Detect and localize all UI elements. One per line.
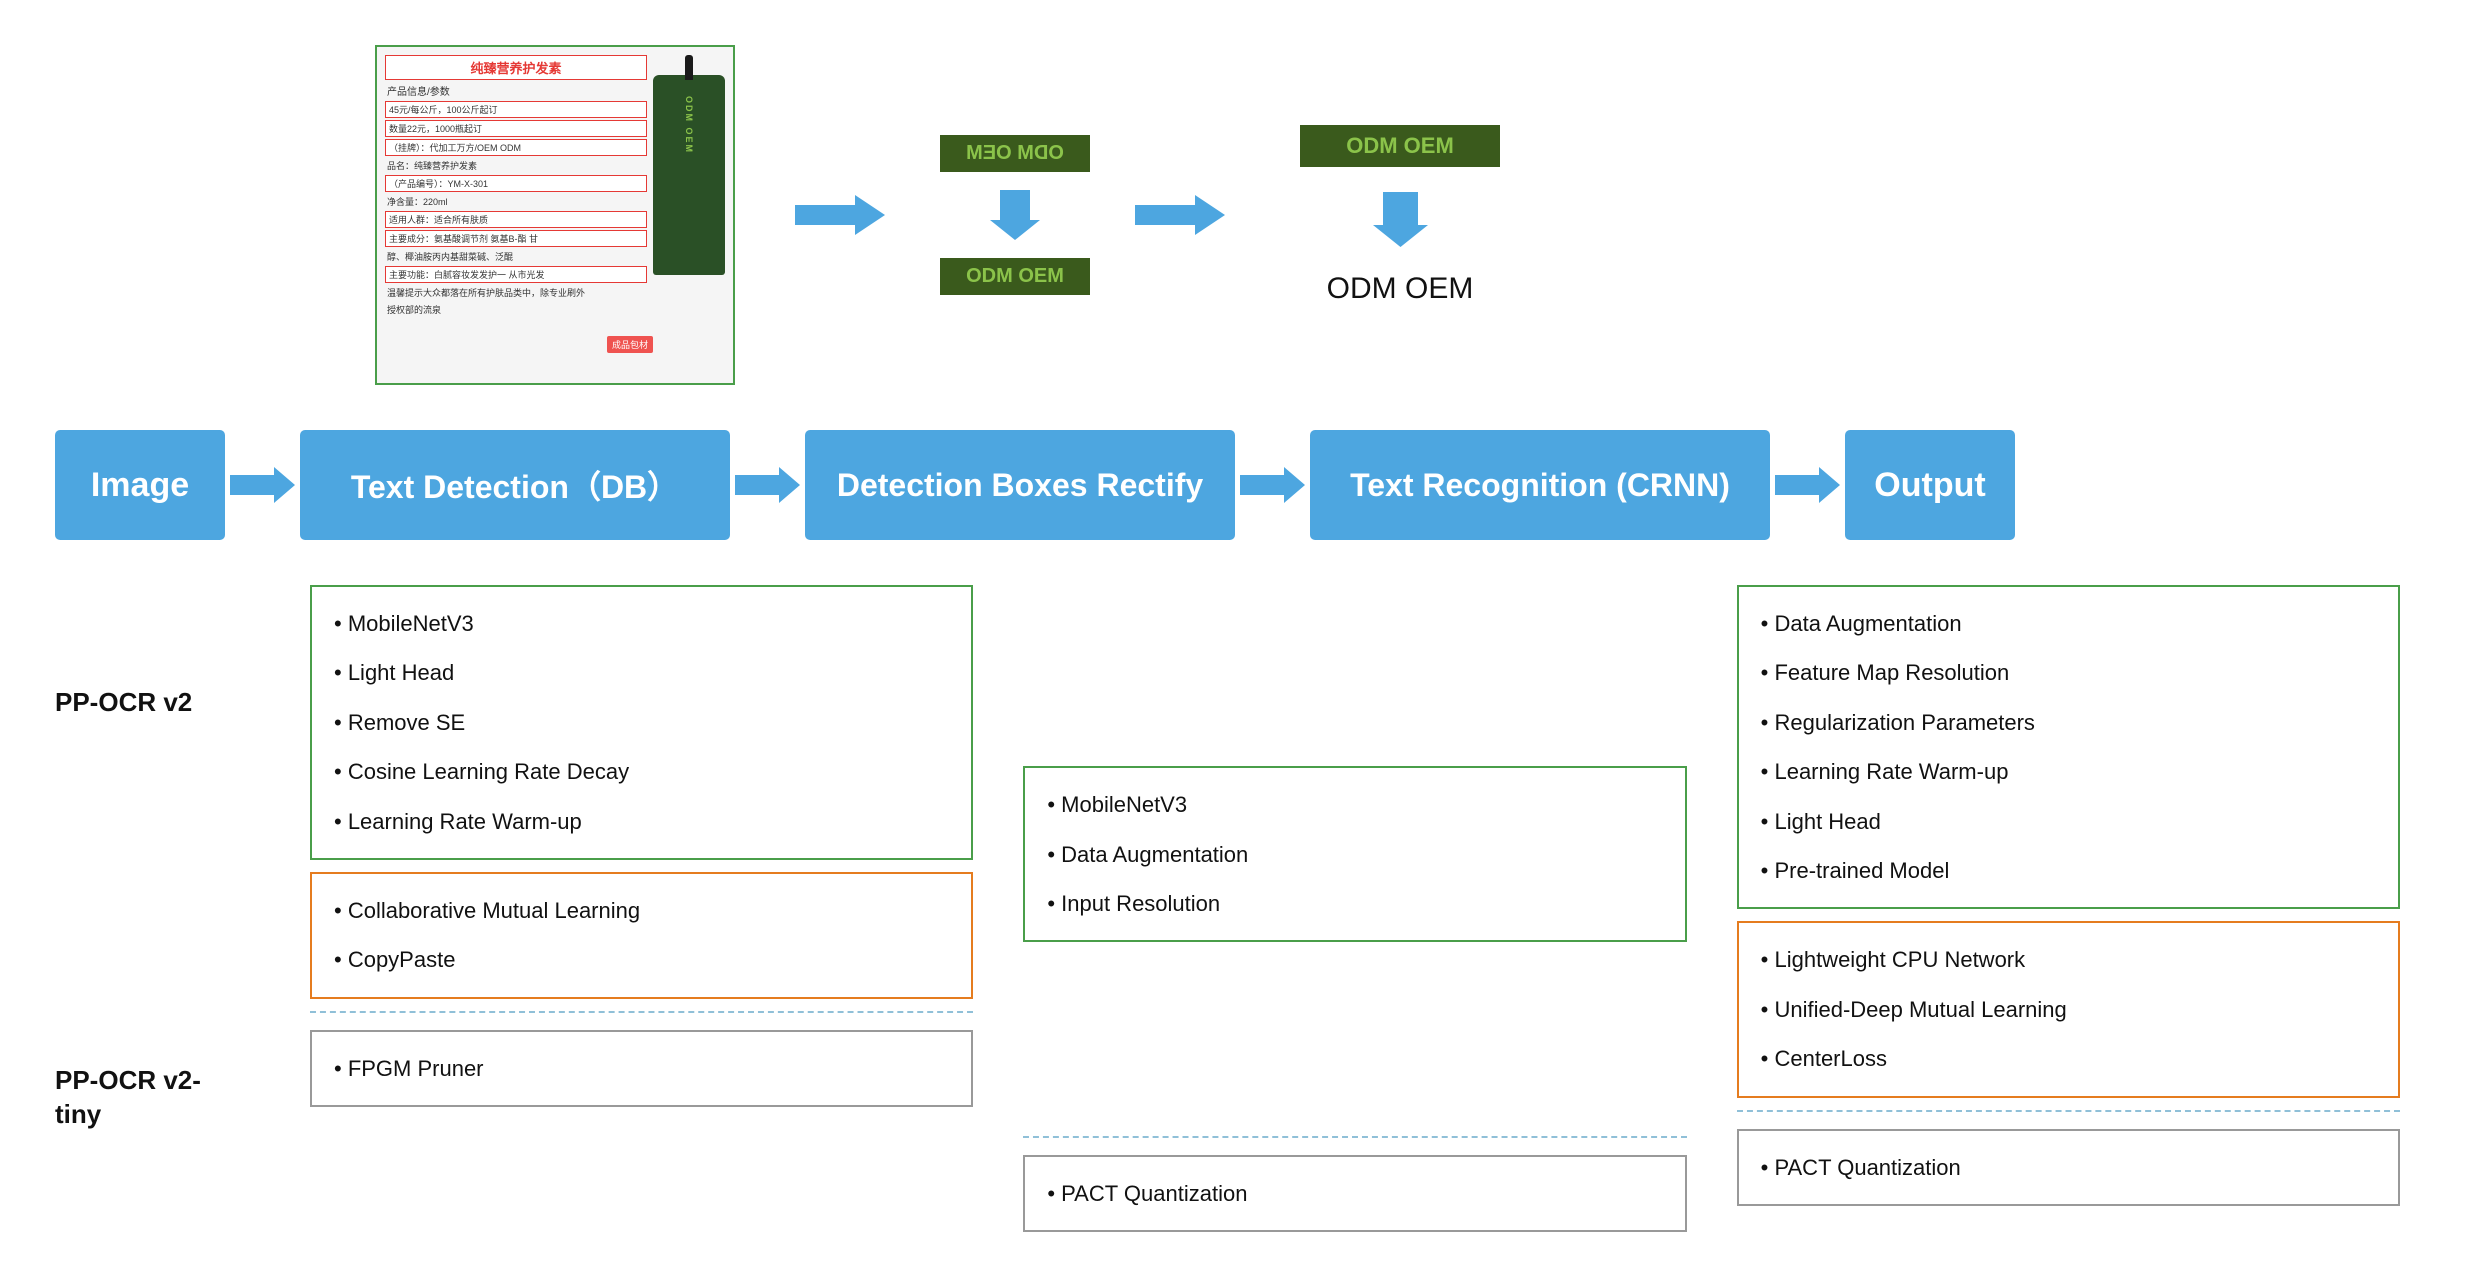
detection-green-item-5: • Learning Rate Warm-up: [334, 803, 949, 840]
odm-box-right-top: ODM OEM: [1300, 125, 1500, 167]
pp-ocr-v2-label: PP-OCR v2: [55, 686, 285, 720]
top-arrow-1: [775, 195, 905, 235]
product-line-9: 醇、椰油胺丙内基甜菜碱、泛醌: [385, 249, 647, 264]
rectify-green-item-1: • MobileNetV3: [1047, 786, 1662, 823]
top-visual-row: 纯臻营养护发素 产品信息/参数 45元/每公斤，100公斤起订 数量22元，10…: [55, 25, 2425, 405]
product-line-4: 品名：纯臻营养护发素: [385, 158, 647, 173]
recognition-tiny-item-1: • PACT Quantization: [1761, 1149, 2376, 1186]
product-line-3: （挂牌）：代加工万方/OEM ODM: [385, 139, 647, 156]
flow-recognition-box: Text Recognition (CRNN): [1310, 430, 1770, 540]
rectify-green-item-3: • Input Resolution: [1047, 885, 1662, 922]
product-line-1: 45元/每公斤，100公斤起订: [385, 101, 647, 118]
odm-box-normal-2: ODM OEM: [940, 258, 1090, 295]
flow-output-box: Output: [1845, 430, 2015, 540]
product-title: 纯臻营养护发素: [385, 55, 647, 80]
top-arrow-2: [1125, 195, 1235, 235]
rectify-tiny-item-1: • PACT Quantization: [1047, 1175, 1662, 1212]
detection-tiny-item-1: • FPGM Pruner: [334, 1050, 949, 1087]
recognition-divider: [1737, 1110, 2400, 1112]
detection-orange-item-2: • CopyPaste: [334, 941, 949, 978]
odm-text-plain: ODM OEM: [1327, 272, 1474, 306]
product-line-5: （产品编号）：YM-X-301: [385, 175, 647, 192]
detection-green-item-2: • Light Head: [334, 654, 949, 691]
flow-arrow-3: [1235, 467, 1310, 503]
product-panel-area: 纯臻营养护发素 产品信息/参数 45元/每公斤，100公斤起订 数量22元，10…: [335, 45, 775, 385]
recognition-orange-item-3: • CenterLoss: [1761, 1040, 2376, 1077]
product-line-11: 温馨提示大众都落在所有护肤品类中，除专业刷外: [385, 285, 647, 300]
detection-col: • MobileNetV3 • Light Head • Remove SE •…: [285, 580, 998, 1237]
detection-green-item-1: • MobileNetV3: [334, 605, 949, 642]
flow-image-box: Image: [55, 430, 225, 540]
flow-row: Image Text Detection（DB） Detection Boxes…: [55, 405, 2425, 565]
recognition-green-item-2: • Feature Map Resolution: [1761, 654, 2376, 691]
recognition-green-item-4: • Learning Rate Warm-up: [1761, 753, 2376, 790]
pp-ocr-tiny-label: PP-OCR v2- tiny: [55, 1064, 285, 1132]
rectify-mid-spacer: [1023, 954, 1686, 1123]
detection-green-item-4: • Cosine Learning Rate Decay: [334, 753, 949, 790]
recognition-green-item-6: • Pre-trained Model: [1761, 852, 2376, 889]
recognition-green-item-5: • Light Head: [1761, 803, 2376, 840]
product-line-8: 主要成分：氨基酸调节剂 氨基B-酯 甘: [385, 230, 647, 247]
product-text-area: 纯臻营养护发素 产品信息/参数 45元/每公斤，100公斤起订 数量22元，10…: [385, 55, 647, 375]
product-line-2: 数量22元，1000瓶起订: [385, 120, 647, 137]
divider-spacer: [55, 891, 285, 893]
rectify-green-box: • MobileNetV3 • Data Augmentation • Inpu…: [1023, 766, 1686, 942]
recognition-green-item-3: • Regularization Parameters: [1761, 704, 2376, 741]
detection-orange-box: • Collaborative Mutual Learning • CopyPa…: [310, 872, 973, 999]
product-panel: 纯臻营养护发素 产品信息/参数 45元/每公斤，100公斤起订 数量22元，10…: [375, 45, 735, 385]
flow-rectify-box: Detection Boxes Rectify: [805, 430, 1235, 540]
product-bottle: ODM OEM: [653, 75, 725, 275]
bottle-label: ODM OEM: [684, 96, 694, 154]
product-line-10: 主要功能：白腻容妆发发护一 从市光发: [385, 266, 647, 283]
recognition-col: • Data Augmentation • Feature Map Resolu…: [1712, 580, 2425, 1237]
badge: 成品包材: [607, 336, 653, 353]
rectify-col: • MobileNetV3 • Data Augmentation • Inpu…: [998, 580, 1711, 1237]
odm-box-flipped: ODM OEM: [940, 135, 1090, 172]
bottom-row: PP-OCR v2 PP-OCR v2- tiny • MobileNetV3 …: [55, 565, 2425, 1237]
flow-arrow-1: [225, 467, 300, 503]
rectify-green-item-2: • Data Augmentation: [1047, 836, 1662, 873]
bottom-content: • MobileNetV3 • Light Head • Remove SE •…: [285, 580, 2425, 1237]
flow-arrow-2: [730, 467, 805, 503]
recognition-tiny-box: • PACT Quantization: [1737, 1129, 2400, 1206]
flow-detection-box: Text Detection（DB）: [300, 430, 730, 540]
odm-col2: ODM OEM ODM OEM: [905, 135, 1125, 295]
recognition-orange-item-2: • Unified-Deep Mutual Learning: [1761, 991, 2376, 1028]
detection-orange-item-1: • Collaborative Mutual Learning: [334, 892, 949, 929]
page-container: 纯臻营养护发素 产品信息/参数 45元/每公斤，100公斤起订 数量22元，10…: [0, 0, 2480, 1262]
detection-divider: [310, 1011, 973, 1013]
label-column: PP-OCR v2 PP-OCR v2- tiny: [55, 580, 285, 1237]
rectify-tiny-box: • PACT Quantization: [1023, 1155, 1686, 1232]
recognition-orange-item-1: • Lightweight CPU Network: [1761, 941, 2376, 978]
recognition-green-item-1: • Data Augmentation: [1761, 605, 2376, 642]
product-line-12: 授权部的流泉: [385, 302, 647, 317]
detection-green-box: • MobileNetV3 • Light Head • Remove SE •…: [310, 585, 973, 860]
product-line-6: 净含量：220ml: [385, 194, 647, 209]
odm-col3: ODM OEM ODM OEM: [1235, 125, 1565, 306]
recognition-orange-box: • Lightweight CPU Network • Unified-Deep…: [1737, 921, 2400, 1097]
product-line-7: 适用人群：适合所有肤质: [385, 211, 647, 228]
rectify-top-spacer: [1023, 585, 1686, 754]
flow-arrow-4: [1770, 467, 1845, 503]
bottle-pump: [685, 55, 693, 80]
detection-tiny-box: • FPGM Pruner: [310, 1030, 973, 1107]
rectify-divider: [1023, 1136, 1686, 1138]
recognition-green-box: • Data Augmentation • Feature Map Resolu…: [1737, 585, 2400, 909]
detection-green-item-3: • Remove SE: [334, 704, 949, 741]
product-subtitle: 产品信息/参数: [385, 82, 647, 99]
